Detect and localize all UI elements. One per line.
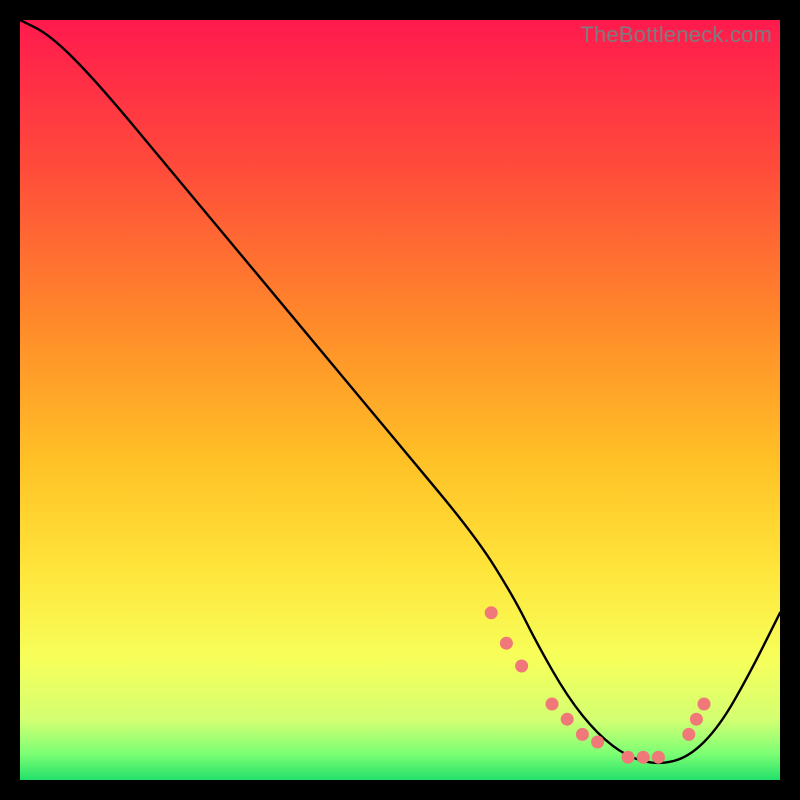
chart-svg: [20, 20, 780, 780]
highlight-point: [500, 637, 513, 650]
gradient-background: [20, 20, 780, 780]
highlight-point: [591, 736, 604, 749]
highlight-point: [485, 606, 498, 619]
highlight-point: [515, 660, 528, 673]
highlight-point: [637, 751, 650, 764]
highlight-point: [622, 751, 635, 764]
highlight-point: [546, 698, 559, 711]
highlight-point: [682, 728, 695, 741]
highlight-point: [561, 713, 574, 726]
highlight-point: [690, 713, 703, 726]
highlight-point: [698, 698, 711, 711]
highlight-point: [652, 751, 665, 764]
highlight-point: [576, 728, 589, 741]
chart-frame: TheBottleneck.com: [20, 20, 780, 780]
watermark-text: TheBottleneck.com: [580, 22, 772, 48]
